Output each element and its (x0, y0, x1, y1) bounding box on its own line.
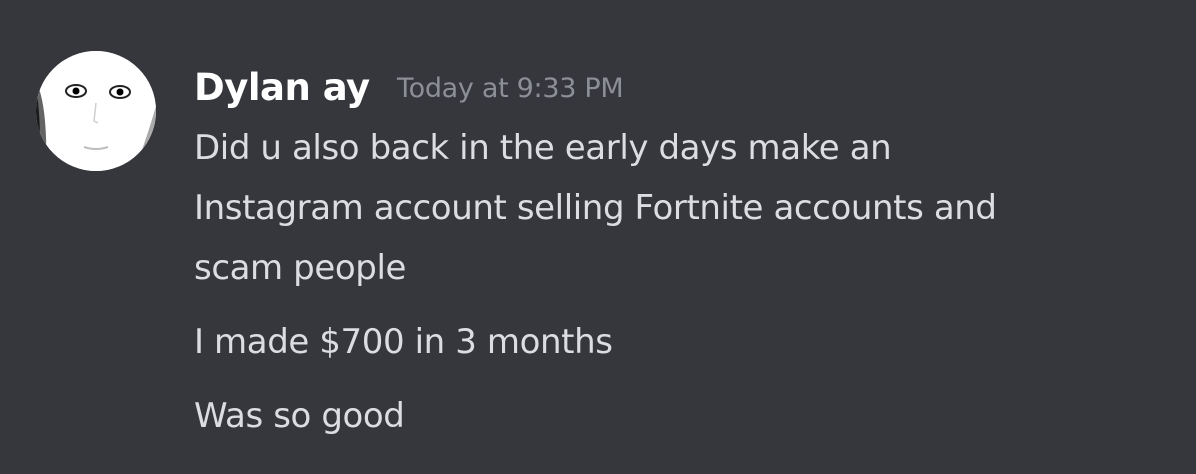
message-line: scam people (194, 248, 407, 288)
message-line: Was so good (194, 396, 405, 436)
person-avatar-icon (36, 51, 156, 171)
message-text: I made $700 in 3 months (194, 312, 1184, 372)
message-content: Did u also back in the early days make a… (194, 118, 1184, 446)
message-line: I made $700 in 3 months (194, 322, 613, 362)
message-line: Instagram account selling Fortnite accou… (194, 188, 997, 228)
chat-message: Dylan ay Today at 9:33 PM Did u also bac… (0, 0, 1196, 474)
message-text: Did u also back in the early days make a… (194, 118, 1184, 298)
username[interactable]: Dylan ay (194, 58, 370, 118)
message-line: Did u also back in the early days make a… (194, 128, 892, 168)
message-text: Was so good (194, 386, 1184, 446)
timestamp[interactable]: Today at 9:33 PM (397, 58, 624, 120)
avatar[interactable] (36, 51, 156, 171)
